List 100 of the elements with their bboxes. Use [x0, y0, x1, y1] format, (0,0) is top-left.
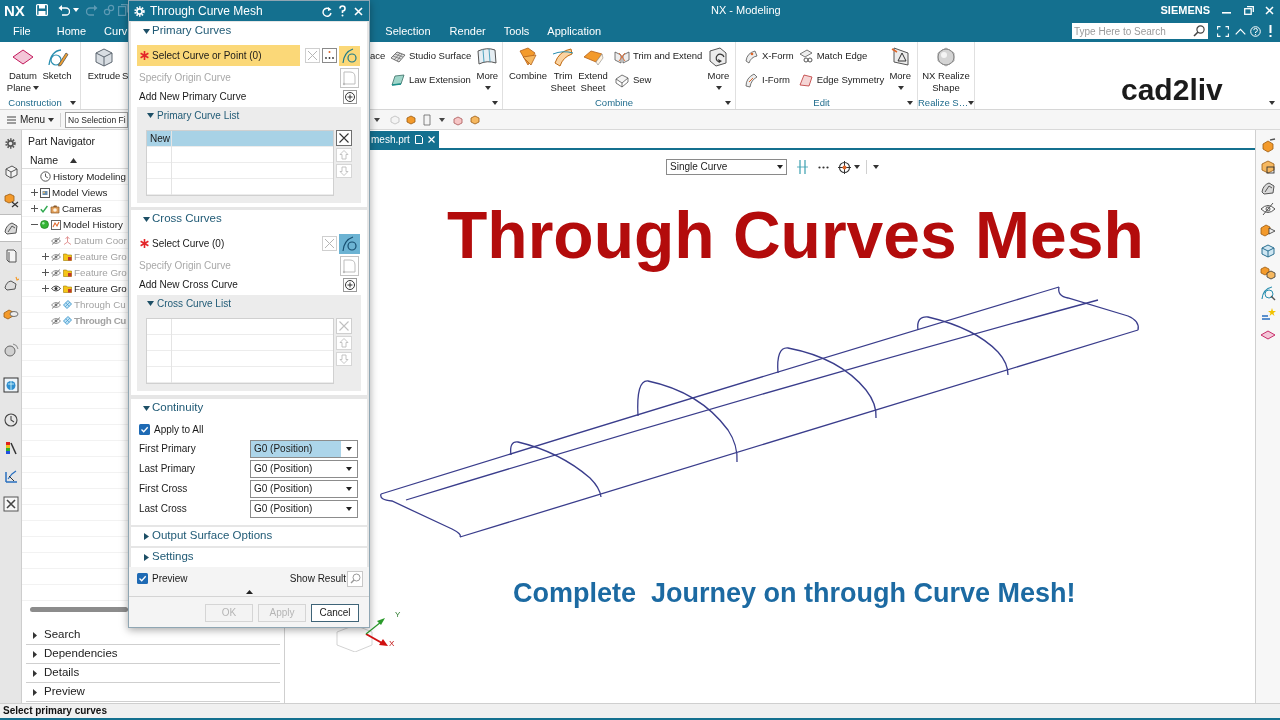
section-header[interactable]: Output Surface Options: [131, 527, 367, 545]
continuity-dropdown[interactable]: G0 (Position): [250, 499, 358, 518]
help-icon[interactable]: [338, 5, 347, 17]
ribbon-button[interactable]: Studio Surface: [390, 48, 472, 64]
hidden-eye-icon[interactable]: [51, 252, 61, 261]
ribbon-button[interactable]: More: [888, 42, 913, 94]
collapsible-panel-header[interactable]: Preview: [26, 683, 280, 702]
expand-icon[interactable]: [41, 253, 49, 260]
list-row[interactable]: New: [147, 131, 333, 147]
expand-icon[interactable]: [30, 205, 38, 212]
ribbon-button[interactable]: Edge Symmetry: [797, 72, 885, 88]
fullscreen-icon[interactable]: [1217, 25, 1229, 37]
cube-section-icon[interactable]: [1260, 222, 1276, 238]
expand-more-icon[interactable]: [245, 589, 253, 594]
continuity-dropdown[interactable]: G0 (Position): [250, 439, 358, 458]
menu-tab[interactable]: Application: [547, 25, 602, 37]
list-header[interactable]: Primary Curve List: [137, 107, 361, 124]
menu-tab[interactable]: File: [13, 25, 31, 37]
menu-button[interactable]: Menu: [7, 114, 54, 125]
more-dots-icon[interactable]: [818, 165, 829, 169]
tree-item-label[interactable]: Model Views: [52, 187, 108, 198]
ribbon-button[interactable]: Extrude: [87, 42, 121, 82]
caret-icon[interactable]: [854, 165, 860, 169]
section-header[interactable]: Settings: [131, 548, 367, 566]
caret-icon[interactable]: [1269, 101, 1275, 105]
continuity-dropdown[interactable]: G0 (Position): [250, 479, 358, 498]
close-icon[interactable]: [354, 6, 363, 16]
chevron-up-icon[interactable]: [1235, 27, 1246, 35]
search-field[interactable]: Type Here to Search: [1072, 23, 1208, 39]
ribbon-button[interactable]: Sew: [614, 72, 703, 88]
tree-item-label[interactable]: Cameras: [62, 203, 102, 214]
checkbox[interactable]: [139, 424, 150, 435]
menu-tab[interactable]: Curv: [104, 25, 128, 37]
menu-tab[interactable]: Render: [449, 25, 486, 37]
tree-item-label[interactable]: History Modeling: [53, 171, 126, 182]
selection-step[interactable]: Select Curve or Point (0): [137, 45, 300, 66]
caret-icon[interactable]: [374, 117, 380, 122]
caret-icon[interactable]: [968, 101, 975, 105]
caret-icon[interactable]: [725, 101, 731, 105]
ribbon-button[interactable]: Extend Sheet: [577, 42, 609, 94]
menu-tab[interactable]: Home: [56, 25, 87, 37]
ribbon-button[interactable]: X-Form: [743, 48, 794, 64]
ribbon-button[interactable]: Combine: [507, 42, 549, 82]
horizontal-scrollbar[interactable]: [30, 606, 128, 612]
resource-tab[interactable]: [0, 214, 21, 242]
ribbon-button[interactable]: NX Realize Shape: [920, 42, 972, 94]
hidden-eye-icon[interactable]: [1260, 201, 1276, 217]
checkbox[interactable]: [137, 573, 148, 584]
ribbon-button[interactable]: More: [705, 42, 732, 94]
section-header[interactable]: Continuity: [131, 399, 367, 417]
section-header[interactable]: Cross Curves: [131, 210, 367, 228]
add-icon[interactable]: [343, 277, 357, 292]
alert-icon[interactable]: [1269, 25, 1272, 37]
remove-icon[interactable]: [336, 130, 352, 146]
curve-list-table[interactable]: New: [146, 130, 334, 196]
ribbon-button[interactable]: More: [474, 42, 501, 94]
eye-icon[interactable]: [51, 285, 61, 292]
undo-icon[interactable]: [57, 4, 70, 16]
restore-icon[interactable]: [1244, 5, 1254, 15]
collapse-icon[interactable]: [30, 221, 38, 228]
caret-icon[interactable]: [72, 8, 79, 12]
shape-icon[interactable]: [1260, 180, 1276, 196]
cubes-icon[interactable]: [1260, 264, 1276, 280]
cube-grid-icon[interactable]: [1260, 159, 1276, 175]
menu-tab[interactable]: Selection: [385, 25, 431, 37]
tree-item-label[interactable]: Model History: [63, 219, 123, 230]
curve-select-icon[interactable]: [339, 45, 360, 66]
caret-icon[interactable]: [439, 117, 445, 122]
continuity-dropdown[interactable]: G0 (Position): [250, 459, 358, 478]
expand-icon[interactable]: [41, 285, 49, 292]
help-icon[interactable]: [1250, 25, 1261, 37]
search-icon[interactable]: [1193, 25, 1205, 37]
caret-icon[interactable]: [907, 101, 913, 105]
column-header[interactable]: Name: [30, 154, 58, 166]
menu-tab[interactable]: Tools: [503, 25, 530, 37]
hidden-eye-icon[interactable]: [51, 236, 61, 245]
reset-icon[interactable]: [321, 5, 332, 17]
hexagon-icon[interactable]: [405, 113, 417, 126]
ribbon-button[interactable]: I-Form: [743, 72, 794, 88]
ribbon-button-label[interactable]: ace: [370, 48, 388, 64]
list-header[interactable]: Cross Curve List: [137, 295, 361, 312]
caret-icon[interactable]: [873, 165, 879, 169]
sort-ascending-icon[interactable]: [70, 157, 77, 163]
collapsible-panel-header[interactable]: Details: [26, 664, 280, 683]
caret-icon[interactable]: [492, 101, 498, 105]
selection-filter-dropdown[interactable]: No Selection Fi: [65, 111, 128, 128]
settings-icon[interactable]: [5, 138, 16, 149]
dialog-button[interactable]: Cancel: [311, 604, 359, 622]
add-icon[interactable]: [343, 89, 357, 104]
box-icon[interactable]: [1260, 243, 1276, 259]
curve-magnifier-icon[interactable]: [1260, 285, 1276, 301]
star-note-icon[interactable]: [1260, 306, 1276, 322]
ribbon-button-label[interactable]: S: [122, 70, 129, 82]
point-dialog-icon[interactable]: [322, 48, 337, 63]
hidden-eye-icon[interactable]: [51, 268, 61, 277]
cube-icon[interactable]: [1260, 138, 1276, 154]
ribbon-button[interactable]: Trim and Extend: [614, 48, 703, 64]
ribbon-button[interactable]: Match Edge: [797, 48, 885, 64]
ribbon-button[interactable]: Sketch: [41, 42, 73, 82]
ribbon-button[interactable]: Datum Plane: [5, 42, 41, 94]
